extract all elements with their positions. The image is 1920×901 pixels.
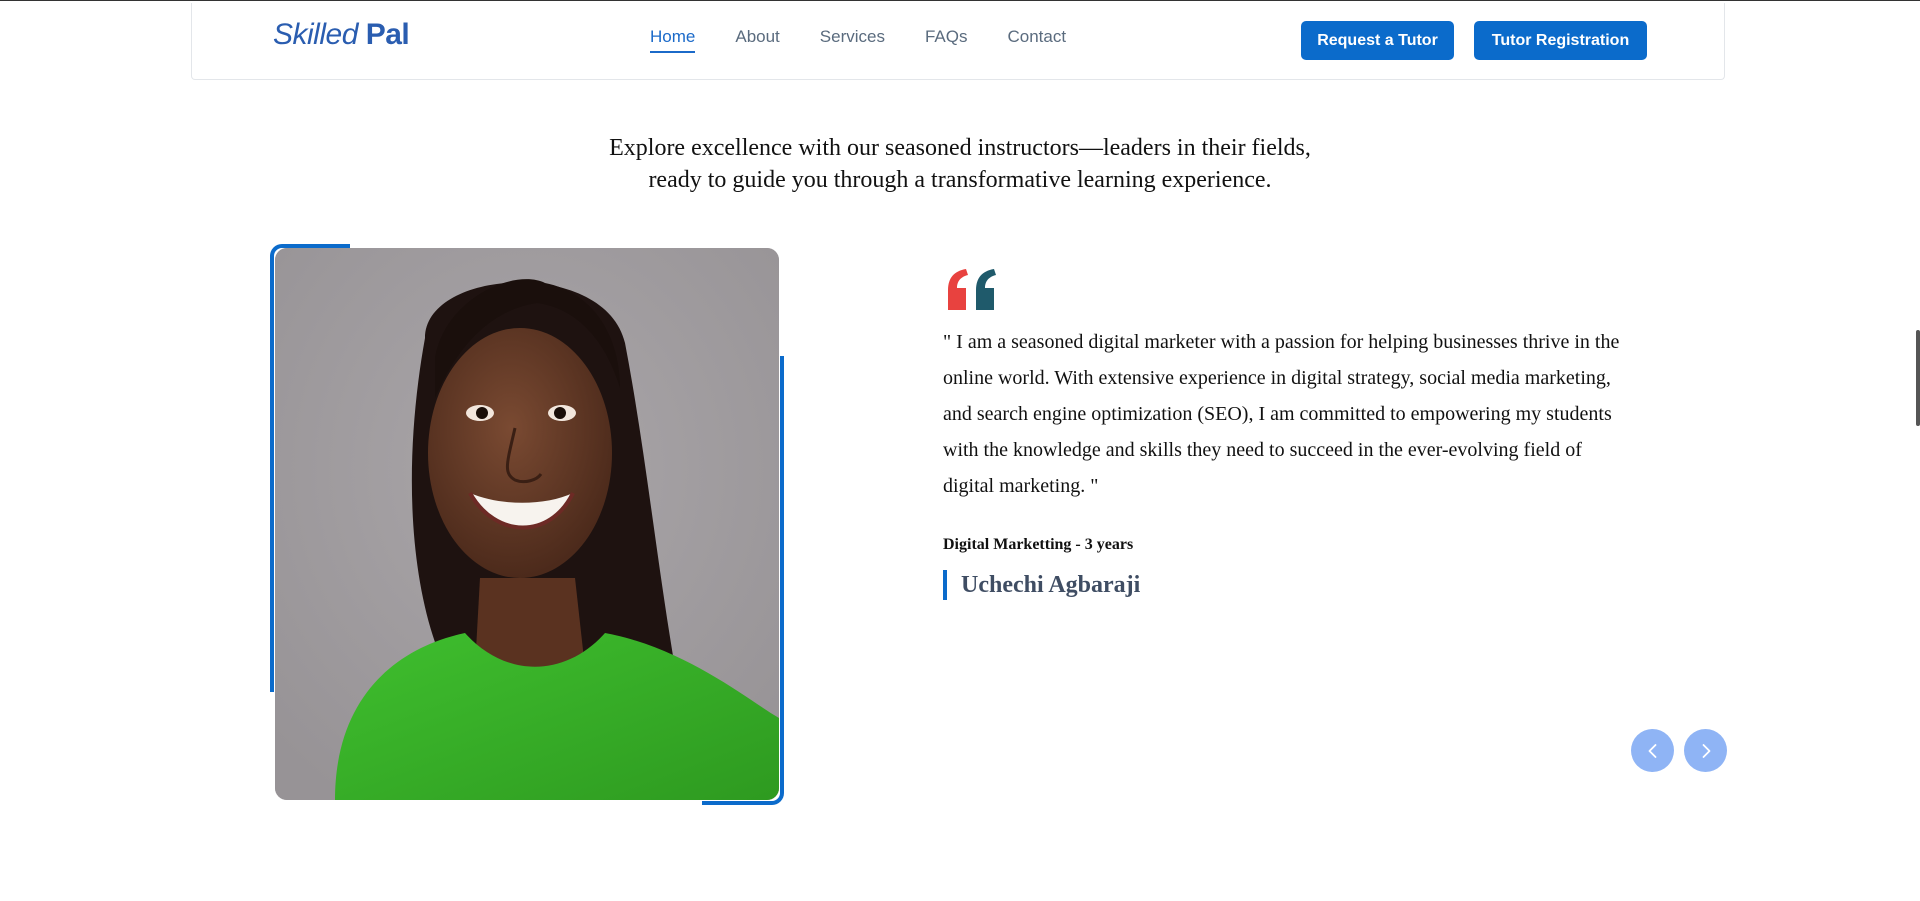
nav-link-home[interactable]: Home: [650, 27, 696, 53]
request-tutor-button[interactable]: Request a Tutor: [1301, 21, 1454, 60]
tutor-registration-button[interactable]: Tutor Registration: [1474, 21, 1647, 60]
logo-text-skilled: Skilled: [273, 18, 358, 51]
nav-link-faqs[interactable]: FAQs: [925, 27, 968, 53]
testimonial-quote: " I am a seasoned digital marketer with …: [943, 331, 1620, 497]
nav-link-services[interactable]: Services: [820, 27, 885, 53]
carousel-next-button[interactable]: [1684, 729, 1727, 772]
chevron-left-icon: [1648, 743, 1656, 758]
tutor-photo: [275, 248, 779, 800]
intro-text: Explore excellence with our seasoned ins…: [480, 132, 1440, 196]
chevron-right-icon: [1702, 743, 1710, 758]
nav-links: Home About Services FAQs Contact: [650, 27, 1106, 53]
carousel-prev-button[interactable]: [1631, 729, 1674, 772]
nav-link-about[interactable]: About: [735, 27, 779, 53]
page-scrollbar-thumb[interactable]: [1916, 330, 1920, 426]
logo-text-pal: Pal: [365, 18, 410, 51]
nav-link-contact[interactable]: Contact: [1008, 27, 1067, 53]
tutor-name: Uchechi Agbaraji: [943, 570, 1140, 600]
logo[interactable]: Skilled Pal: [273, 15, 410, 55]
window-top-border: [0, 0, 1920, 1]
intro-line-2: ready to guide you through a transformat…: [648, 167, 1272, 193]
navbar: Skilled Pal Home About Services FAQs Con…: [191, 3, 1725, 80]
quote-mark-icon: [948, 269, 996, 310]
tutor-subject: Digital Marketting - 3 years: [943, 536, 1134, 553]
tutor-portrait-illustration: [275, 248, 779, 800]
intro-line-1: Explore excellence with our seasoned ins…: [609, 135, 1311, 161]
